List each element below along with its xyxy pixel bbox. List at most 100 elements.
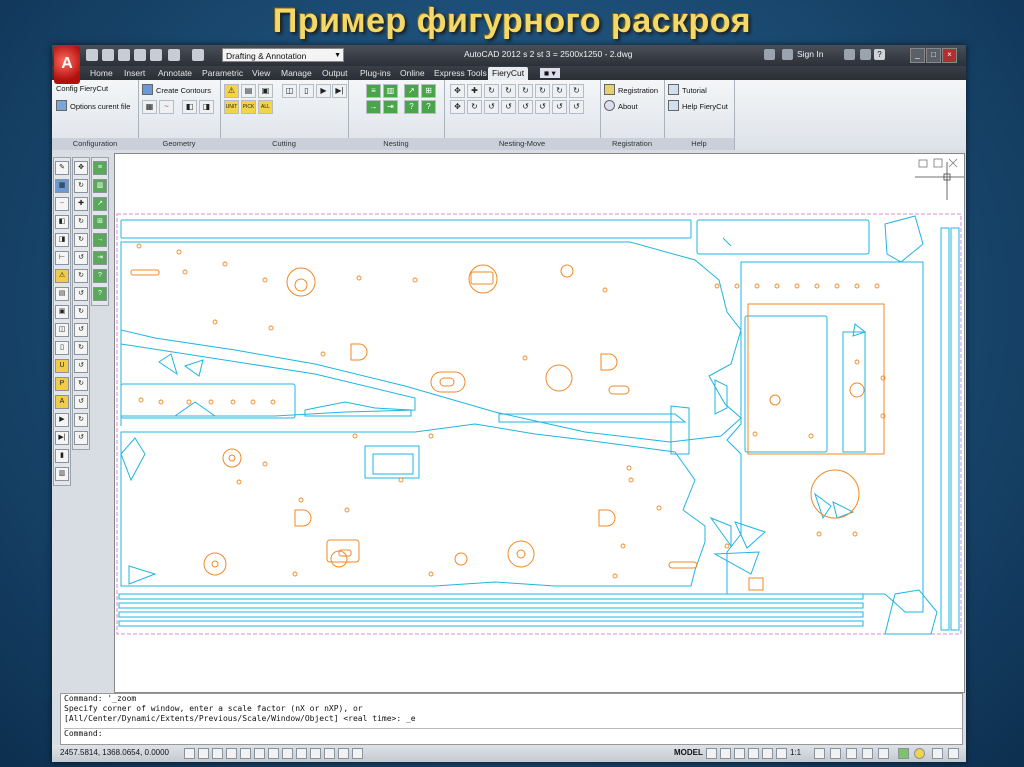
tab-online[interactable]: Online xyxy=(396,67,429,80)
lt2-move-icon[interactable]: ✥ xyxy=(74,161,88,175)
quick-view-icon[interactable] xyxy=(720,748,731,759)
workspace-select[interactable]: Drafting & Annotation ▼ xyxy=(222,48,344,62)
sign-in-link[interactable]: Sign In xyxy=(797,49,823,59)
step-icon[interactable]: ▶| xyxy=(332,84,347,98)
nest-tool-3-icon[interactable]: ↗ xyxy=(404,84,419,98)
nest-tool-7-icon[interactable]: ? xyxy=(404,100,419,114)
model-toggle[interactable]: MODEL xyxy=(674,748,703,757)
pan-icon[interactable] xyxy=(748,748,759,759)
open-icon[interactable] xyxy=(102,49,114,61)
cut-unit-button[interactable]: UNIT xyxy=(224,100,239,114)
lt3-nest-5-icon[interactable]: → xyxy=(93,233,107,247)
polar-icon[interactable] xyxy=(240,748,251,759)
rotate-270-icon[interactable]: ↻ xyxy=(518,84,533,98)
redo-icon[interactable] xyxy=(192,49,204,61)
lt2-rotate-2-icon[interactable]: ↻ xyxy=(74,215,88,229)
cut-tool-1-icon[interactable]: ⚠ xyxy=(224,84,239,98)
clean-screen-icon[interactable] xyxy=(932,748,943,759)
tab-parametric[interactable]: Parametric xyxy=(198,67,247,80)
rotate-ccw-45-icon[interactable]: ↺ xyxy=(569,100,584,114)
new-icon[interactable] xyxy=(86,49,98,61)
save-icon[interactable] xyxy=(118,49,130,61)
rotate-ccw-5-icon[interactable]: ↺ xyxy=(535,100,550,114)
lt-warning-icon[interactable]: ⚠ xyxy=(55,269,69,283)
about-button[interactable]: About xyxy=(604,100,638,111)
lt2-r180-icon[interactable]: ↻ xyxy=(74,269,88,283)
status-menu-icon[interactable] xyxy=(948,748,959,759)
command-input[interactable]: Command: xyxy=(64,728,962,739)
lt2-move-2-icon[interactable]: ✚ xyxy=(74,197,88,211)
camera-icon[interactable]: ■ ▾ xyxy=(540,68,560,78)
lt-tool-icon[interactable]: ◫ xyxy=(55,323,69,337)
tab-insert[interactable]: Insert xyxy=(120,67,149,80)
otrack-icon[interactable] xyxy=(268,748,279,759)
lt-all-icon[interactable]: A xyxy=(55,395,69,409)
rotate-icon[interactable]: ↻ xyxy=(467,100,482,114)
lwt-icon[interactable] xyxy=(310,748,321,759)
rotate-ccw-1-icon[interactable]: ↺ xyxy=(552,100,567,114)
create-contours-button[interactable]: Create Contours xyxy=(142,84,211,95)
binoculars-icon[interactable] xyxy=(764,49,775,60)
lt2-r45-icon[interactable]: ↻ xyxy=(74,413,88,427)
zoom-icon[interactable] xyxy=(762,748,773,759)
cut-tool-5-icon[interactable]: ▯ xyxy=(299,84,314,98)
exchange-icon[interactable] xyxy=(844,49,855,60)
rotate-90-icon[interactable]: ↻ xyxy=(484,84,499,98)
maximize-button[interactable]: □ xyxy=(926,48,941,63)
lt-pick-icon[interactable]: P xyxy=(55,377,69,391)
nest-tool-5-icon[interactable]: → xyxy=(366,100,381,114)
lt2-r180b-icon[interactable]: ↺ xyxy=(74,287,88,301)
nest-tool-1-icon[interactable]: ≡ xyxy=(366,84,381,98)
nest-tool-2-icon[interactable]: ▥ xyxy=(383,84,398,98)
lt2-r45b-icon[interactable]: ↺ xyxy=(74,431,88,445)
annotation-scale-icon[interactable] xyxy=(776,748,787,759)
qp-icon[interactable] xyxy=(338,748,349,759)
lt-spline-icon[interactable]: ~ xyxy=(55,197,69,211)
lt2-r5-icon[interactable]: ↻ xyxy=(74,341,88,355)
cut-all-button[interactable]: ALL xyxy=(258,100,273,114)
dyn-icon[interactable] xyxy=(296,748,307,759)
nest-tool-6-icon[interactable]: ⇥ xyxy=(383,100,398,114)
grid-mode-icon[interactable] xyxy=(212,748,223,759)
help-fierycut-button[interactable]: Help FieryCut xyxy=(668,100,728,111)
print-icon[interactable] xyxy=(150,49,162,61)
lt2-r1-icon[interactable]: ↻ xyxy=(74,377,88,391)
annotation-visibility-icon[interactable] xyxy=(814,748,825,759)
nest-tool-4-icon[interactable]: ⊞ xyxy=(421,84,436,98)
rotate-ccw-270-icon[interactable]: ↺ xyxy=(518,100,533,114)
rotate-1-icon[interactable]: ↻ xyxy=(552,84,567,98)
hardware-acceleration-icon[interactable] xyxy=(878,748,889,759)
tab-plugins[interactable]: Plug-ins xyxy=(356,67,395,80)
rotate-45-icon[interactable]: ↻ xyxy=(569,84,584,98)
ducs-icon[interactable] xyxy=(282,748,293,759)
spline-icon[interactable]: ~ xyxy=(159,100,174,114)
close-button[interactable]: × xyxy=(942,48,957,63)
tab-annotate[interactable]: Annotate xyxy=(154,67,196,80)
tab-express-tools[interactable]: Express Tools xyxy=(430,67,491,80)
config-fierycut-button[interactable]: Config FieryCut xyxy=(56,84,108,93)
lt2-r1b-icon[interactable]: ↺ xyxy=(74,395,88,409)
tab-fierycut[interactable]: FieryCut xyxy=(488,67,529,80)
lock-icon[interactable] xyxy=(862,748,873,759)
options-current-file-button[interactable]: Options curent file xyxy=(56,100,130,111)
lt-unit-icon[interactable]: U xyxy=(55,359,69,373)
cut-pick-button[interactable]: PICK xyxy=(241,100,256,114)
rotate-ccw-90-icon[interactable]: ↺ xyxy=(484,100,499,114)
lt3-nest-6-icon[interactable]: ⇥ xyxy=(93,251,107,265)
layout-icon[interactable] xyxy=(706,748,717,759)
lt-step-icon[interactable]: ▶| xyxy=(55,431,69,445)
move-arrows-icon[interactable]: ✥ xyxy=(450,84,465,98)
tab-output[interactable]: Output xyxy=(318,67,352,80)
tab-home[interactable]: Home xyxy=(86,67,117,80)
lightbulb-icon[interactable] xyxy=(914,748,925,759)
ortho-icon[interactable] xyxy=(226,748,237,759)
rotate-ccw-180-icon[interactable]: ↺ xyxy=(501,100,516,114)
lt2-r90-icon[interactable]: ↻ xyxy=(74,233,88,247)
star-icon[interactable] xyxy=(860,49,871,60)
lt-lead-icon[interactable]: ⊢ xyxy=(55,251,69,265)
lt2-rotate-icon[interactable]: ↻ xyxy=(74,179,88,193)
play-icon[interactable]: ▶ xyxy=(316,84,331,98)
tpy-icon[interactable] xyxy=(324,748,335,759)
auto-scale-icon[interactable] xyxy=(830,748,841,759)
lt-cut-icon[interactable]: ▤ xyxy=(55,287,69,301)
